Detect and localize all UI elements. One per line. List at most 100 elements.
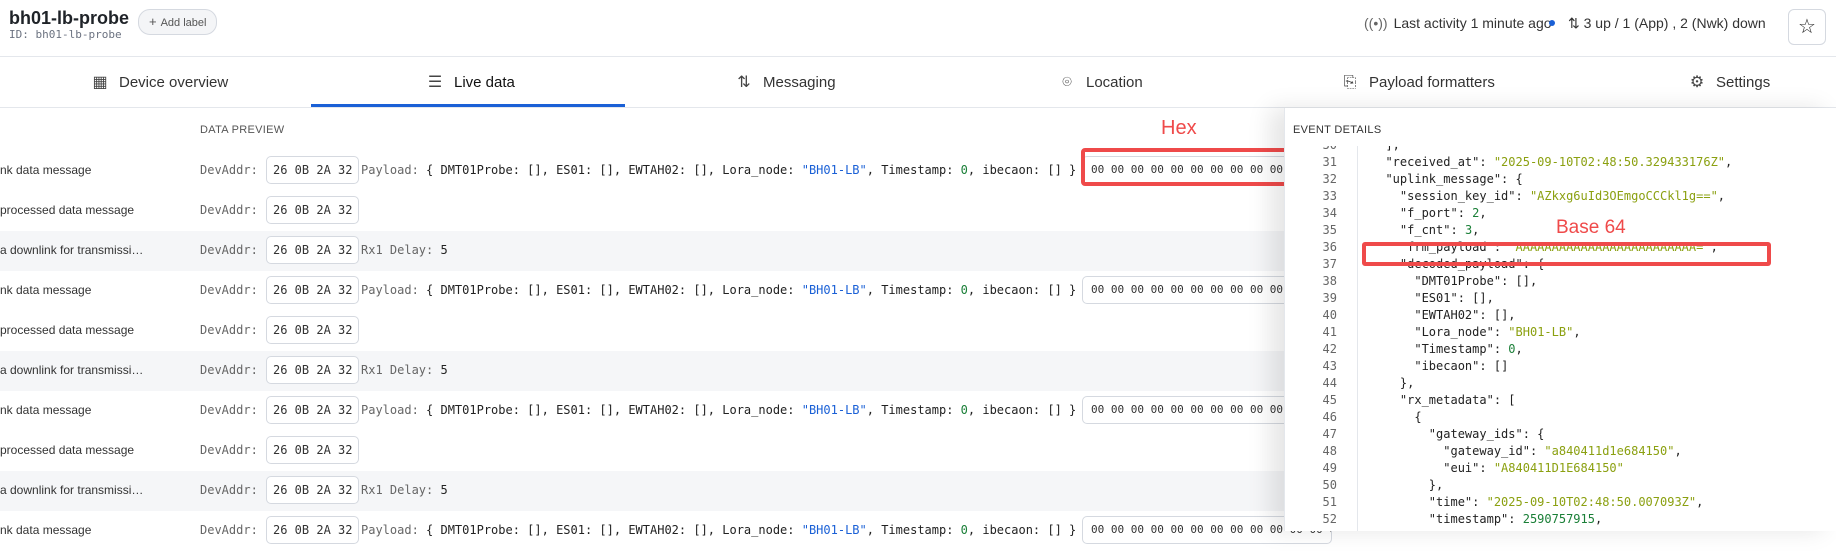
tab-payload-formatters[interactable]: ⎘ Payload formatters [1341,57,1495,107]
line-number: 48 [1322,444,1337,458]
devaddr-value[interactable]: 26 0B 2A 32 [266,356,360,384]
line-number: 52 [1322,512,1337,526]
payload-label: Payload: [361,283,419,297]
devaddr-value[interactable]: 26 0B 2A 32 [266,476,360,504]
payload-label: Payload: [361,523,419,537]
tab-live-data[interactable]: ☰ Live data [426,57,515,107]
devaddr-label: DevAddr: [200,323,258,337]
code-text: "f_cnt": 3, [1399,223,1480,237]
tab-label: Location [1086,74,1143,91]
table-row[interactable]: processed data message DevAddr: 26 0B 2A 3… [0,431,1290,471]
devaddr-value[interactable]: 26 0B 2A 32 [266,316,360,344]
line-number: 35 [1322,223,1337,237]
payload-timestamp: 0 [960,283,968,297]
tab-messaging[interactable]: ⇅ Messaging [735,57,836,107]
base64-highlight-box [1362,242,1771,266]
devaddr-value[interactable]: 26 0B 2A 32 [266,516,360,544]
rx1-delay: Rx1 Delay: 5 [361,243,448,257]
devaddr-label: DevAddr: [200,443,258,457]
rx1-label: Rx1 Delay: [361,483,434,497]
code-text: "Timestamp": 0, [1414,342,1523,356]
rx1-value: 5 [440,363,448,377]
code-text: "timestamp": 2590757915, [1428,512,1603,526]
line-number: 49 [1322,461,1337,475]
rx1-label: Rx1 Delay: [361,363,434,377]
payload-timestamp: 0 [960,523,968,537]
payload-preview: Payload: { DMT01Probe: [], ES01: [], EWT… [361,523,1076,537]
star-icon: ☆ [1798,16,1816,38]
code-text: "gateway_id": "a840411d1e684150", [1443,444,1682,458]
active-tab-indicator [311,104,625,107]
line-number: 41 [1322,325,1337,339]
tab-label: Messaging [763,74,836,91]
tab-device-overview[interactable]: ▦ Device overview [91,57,228,107]
devaddr-value[interactable]: 26 0B 2A 32 [266,436,360,464]
tab-location[interactable]: ⌾ Location [1058,57,1143,107]
payload-preview: Payload: { DMT01Probe: [], ES01: [], EWT… [361,163,1076,177]
event-type: nk data message [0,163,92,177]
payload-node: "BH01-LB" [801,283,867,297]
table-row[interactable]: nk data message DevAddr: 26 0B 2A 32 Payloa… [0,391,1332,431]
payload-close: , ibecaon: [] } [967,403,1077,417]
rx1-label: Rx1 Delay: [361,243,434,257]
traffic-text: 3 up / 1 (App) , 2 (Nwk) down [1583,15,1766,31]
data-preview-header: DATA PREVIEW [200,124,285,136]
bookmark-button[interactable]: ☆ [1788,9,1826,45]
table-row[interactable]: a downlink for transmissi… DevAddr: 26 0B … [0,351,1290,391]
payload-node: "BH01-LB" [801,403,867,417]
code-text: { [1371,410,1422,424]
event-type: a downlink for transmissi… [0,243,144,257]
code-text: }, [1371,478,1444,492]
device-id: ID: bh01-lb-probe [9,28,122,41]
code-text: "eui": "A840411D1E684150" [1443,461,1624,475]
payload-node: "BH01-LB" [801,523,867,537]
table-row[interactable]: processed data message DevAddr: 26 0B 2A 3… [0,191,1290,231]
table-row[interactable]: nk data message DevAddr: 26 0B 2A 32 Payloa… [0,271,1332,311]
devaddr-value[interactable]: 26 0B 2A 32 [266,236,360,264]
payload-mid: , Timestamp: [866,403,961,417]
line-number: 39 [1322,291,1337,305]
up-down-arrows-icon: ⇅ [737,74,751,91]
tab-label: Payload formatters [1369,74,1495,91]
event-json-viewer[interactable]: 30 ], 31 "received_at": "2025-09-10T02:48… [1285,146,1836,531]
hex-highlight-box [1081,148,1301,186]
list-icon: ☰ [427,74,443,91]
line-number: 43 [1322,359,1337,373]
rx1-delay: Rx1 Delay: 5 [361,363,448,377]
line-number: 33 [1322,189,1337,203]
devaddr-label: DevAddr: [200,243,258,257]
payload-preview: Payload: { DMT01Probe: [], ES01: [], EWT… [361,403,1076,417]
devaddr-value[interactable]: 26 0B 2A 32 [266,276,360,304]
line-number: 38 [1322,274,1337,288]
line-number: 42 [1322,342,1337,356]
payload-open: { DMT01Probe: [], ES01: [], EWTAH02: [],… [426,163,802,177]
code-text: "ES01": [], [1414,291,1494,305]
table-row[interactable]: nk data message DevAddr: 26 0B 2A 32 Payloa… [0,511,1332,551]
payload-close: , ibecaon: [] } [967,283,1077,297]
line-number: 36 [1322,240,1337,254]
devaddr-label: DevAddr: [200,403,258,417]
line-number: 47 [1322,427,1337,441]
devaddr-value[interactable]: 26 0B 2A 32 [266,196,360,224]
payload-close: , ibecaon: [] } [967,523,1077,537]
code-text: "ibecaon": [] [1414,359,1509,373]
table-row[interactable]: a downlink for transmissi… DevAddr: 26 0B … [0,471,1290,511]
line-number: 44 [1322,376,1337,390]
payload-open: { DMT01Probe: [], ES01: [], EWTAH02: [],… [426,403,802,417]
last-activity: ((•)) Last activity 1 minute ago [1364,15,1552,31]
table-row[interactable]: processed data message DevAddr: 26 0B 2A 3… [0,311,1290,351]
table-row[interactable]: a downlink for transmissi… DevAddr: 26 0B … [0,231,1290,271]
code-text: }, [1371,376,1415,390]
payload-mid: , Timestamp: [866,523,961,537]
code-text: ], [1371,146,1399,154]
code-text: "received_at": "2025-09-10T02:48:50.3294… [1385,155,1733,169]
line-number: 32 [1322,172,1337,186]
rx1-value: 5 [440,243,448,257]
line-number: 40 [1322,308,1337,322]
add-label-button[interactable]: + Add label [138,9,218,35]
event-details-panel: EVENT DETAILS 30 ], 31 "received_at": "20… [1284,108,1836,531]
tab-settings[interactable]: ⚙ Settings [1688,57,1770,107]
devaddr-value[interactable]: 26 0B 2A 32 [266,396,360,424]
payload-timestamp: 0 [960,163,968,177]
devaddr-value[interactable]: 26 0B 2A 32 [266,156,360,184]
